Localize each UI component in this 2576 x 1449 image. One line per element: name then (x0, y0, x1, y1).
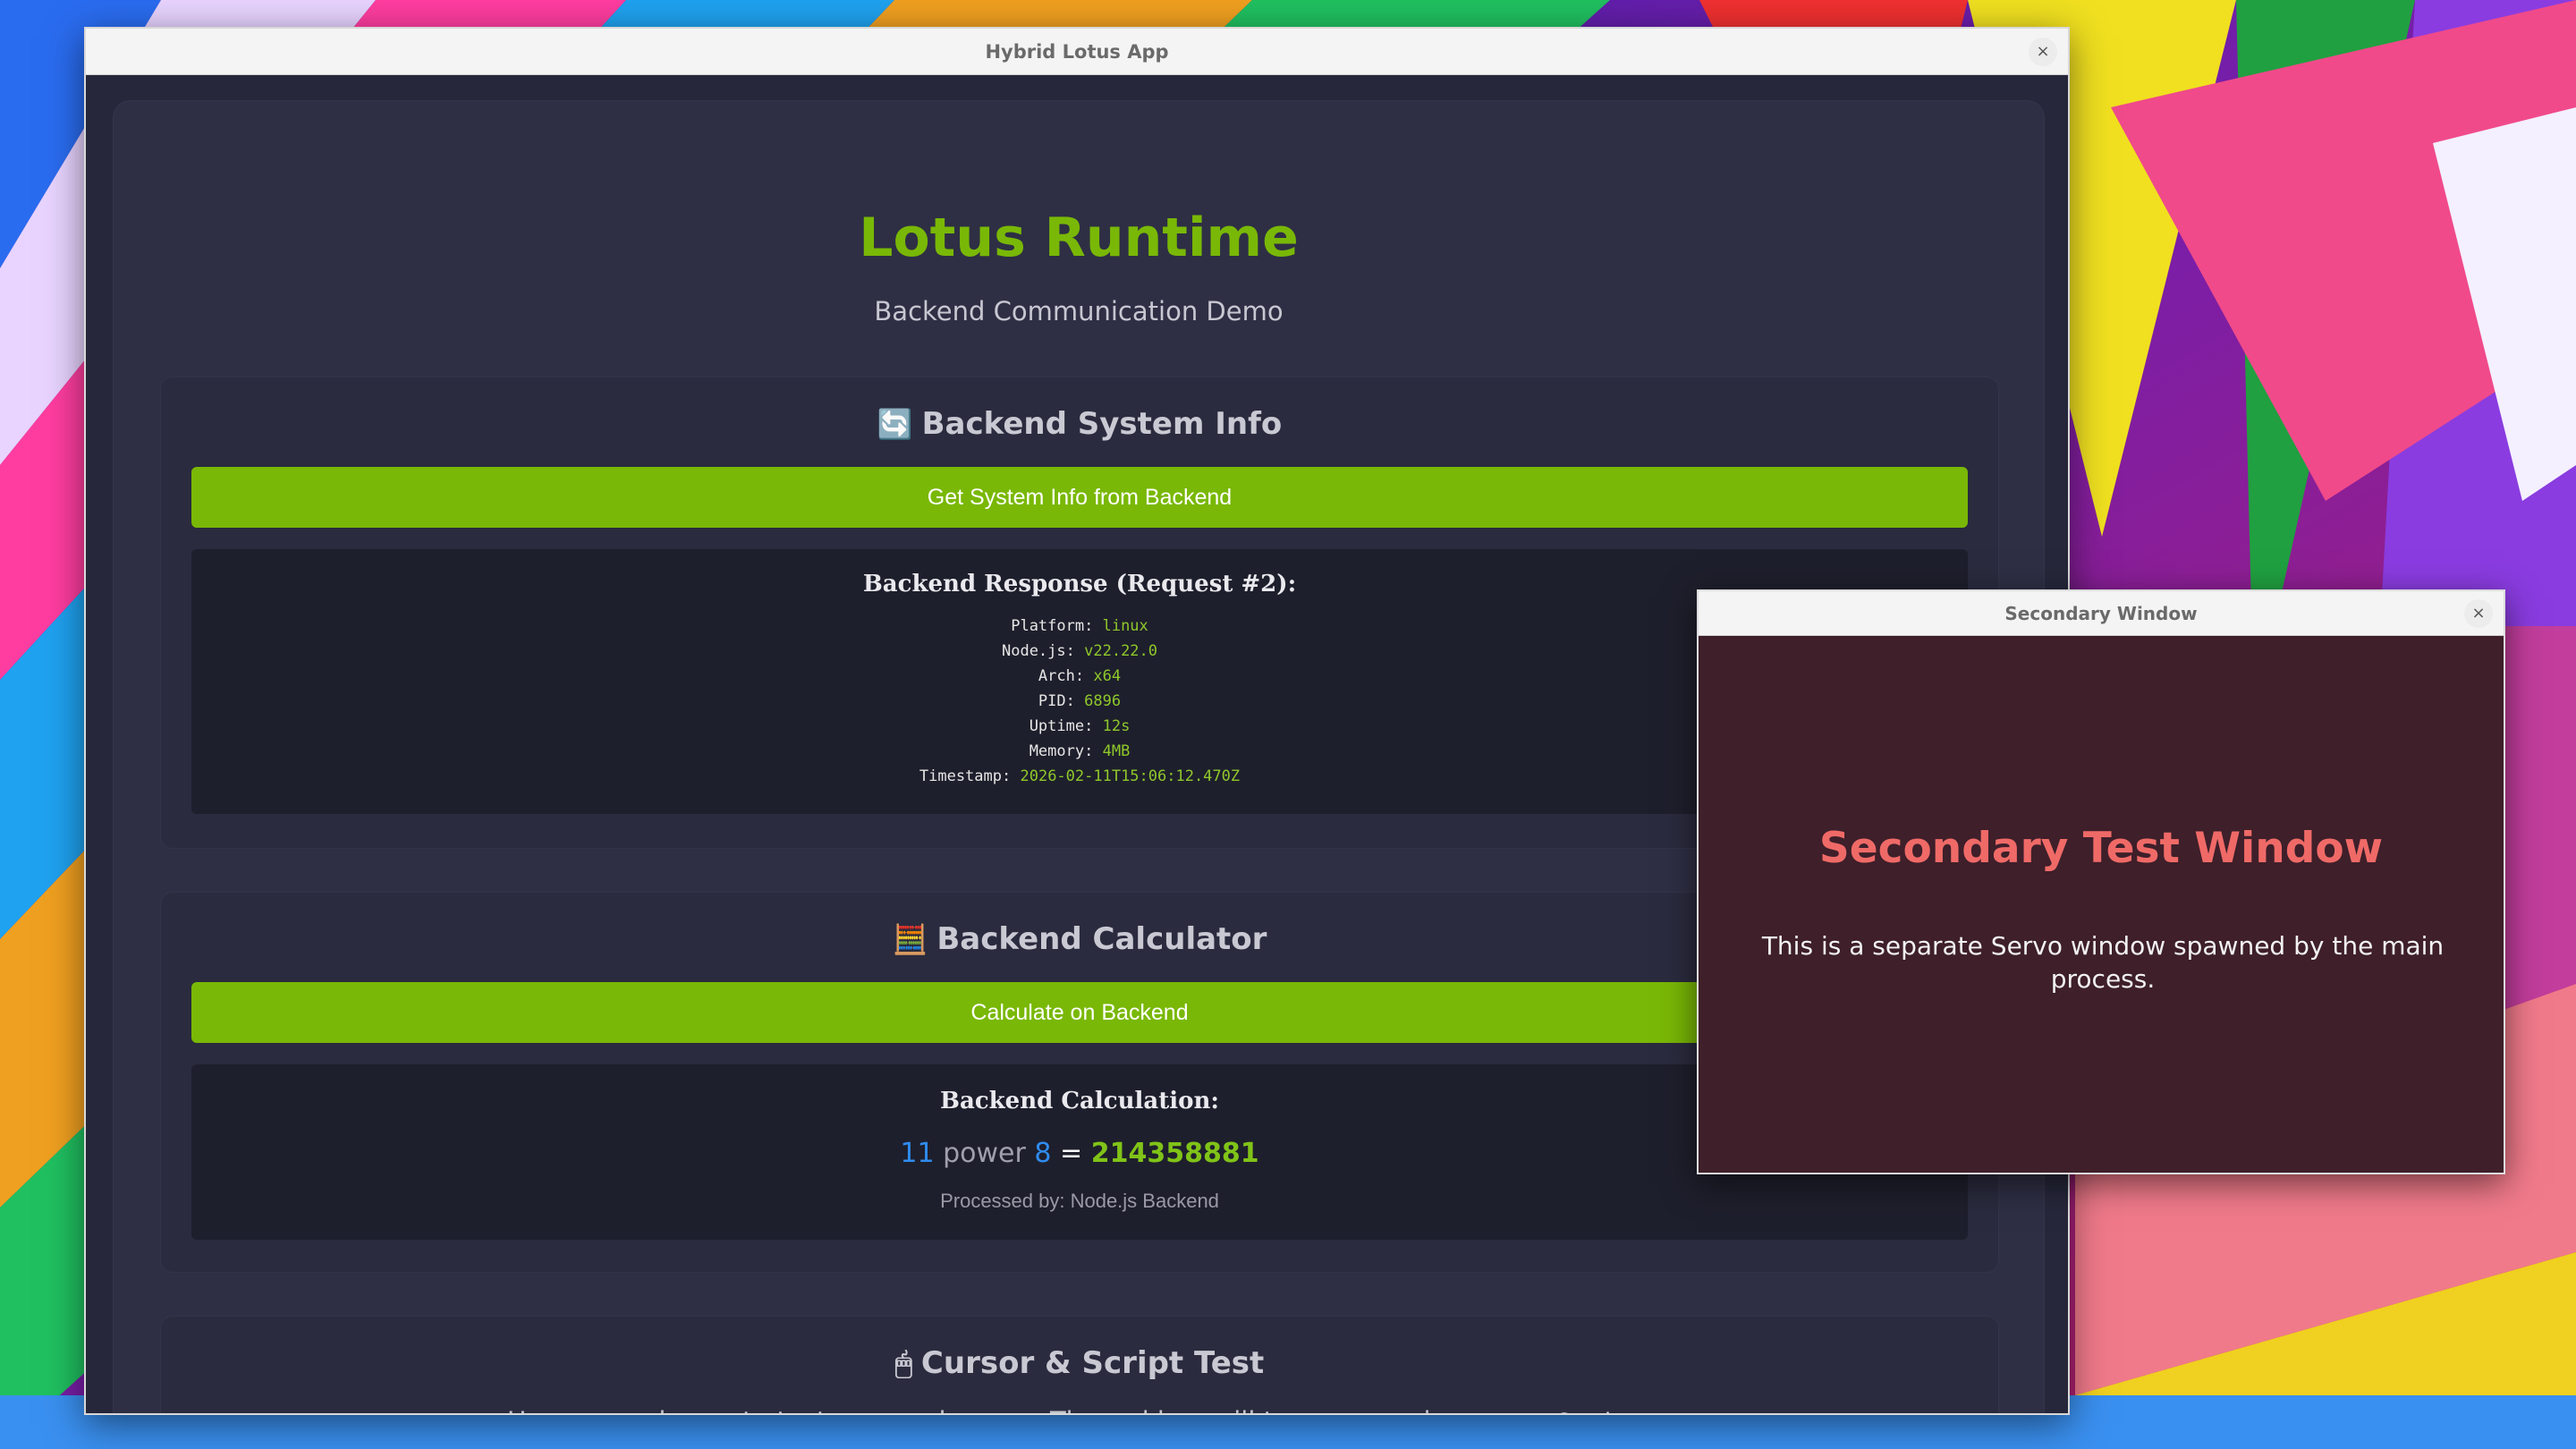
secondary-window-text: This is a separate Servo window spawned … (1761, 931, 2445, 994)
page-title: Lotus Runtime (859, 207, 1299, 269)
abacus-icon: 🧮 (892, 922, 928, 956)
main-window-close-button[interactable]: × (2029, 38, 2057, 66)
operator: power (943, 1138, 1026, 1169)
secondary-window: Secondary Window × Secondary Test Window… (1697, 589, 2505, 1174)
calculation-result: 214358881 (1090, 1138, 1259, 1169)
mouse-icon: 🖱 (894, 1346, 912, 1380)
operand-a: 11 (900, 1138, 935, 1169)
calculator-heading-text: Backend Calculator (936, 921, 1267, 957)
cursor-test-description: Hover over boxes to test cursor changes.… (161, 1406, 1998, 1413)
execute-script-code: executeScript (1455, 1409, 1644, 1413)
cursor-test-heading-text: Cursor & Script Test (920, 1345, 1265, 1381)
processed-by-text: Processed by: Node.js Backend (940, 1190, 1219, 1212)
secondary-window-heading: Secondary Test Window (1818, 824, 2384, 873)
get-system-info-button[interactable]: Get System Info from Backend (191, 467, 1968, 528)
refresh-icon: 🔄 (877, 407, 913, 441)
cursor-test-heading: 🖱 Cursor & Script Test (161, 1345, 1998, 1381)
equals-sign: = (1060, 1138, 1083, 1169)
secondary-window-title: Secondary Window (2004, 602, 2198, 624)
page-subtitle: Backend Communication Demo (874, 296, 1284, 326)
secondary-window-titlebar[interactable]: Secondary Window × (1699, 591, 2504, 636)
operand-b: 8 (1034, 1138, 1052, 1169)
cursor-test-section: 🖱Cursor & Script Test Hover over boxes t… (160, 1316, 1999, 1413)
system-info-heading: 🔄 Backend System Info (161, 406, 1998, 442)
main-window-titlebar[interactable]: Hybrid Lotus App × (86, 29, 2068, 75)
system-info-heading-text: Backend System Info (921, 406, 1283, 442)
secondary-window-close-button[interactable]: × (2464, 599, 2493, 628)
main-window-title: Hybrid Lotus App (985, 40, 1169, 63)
